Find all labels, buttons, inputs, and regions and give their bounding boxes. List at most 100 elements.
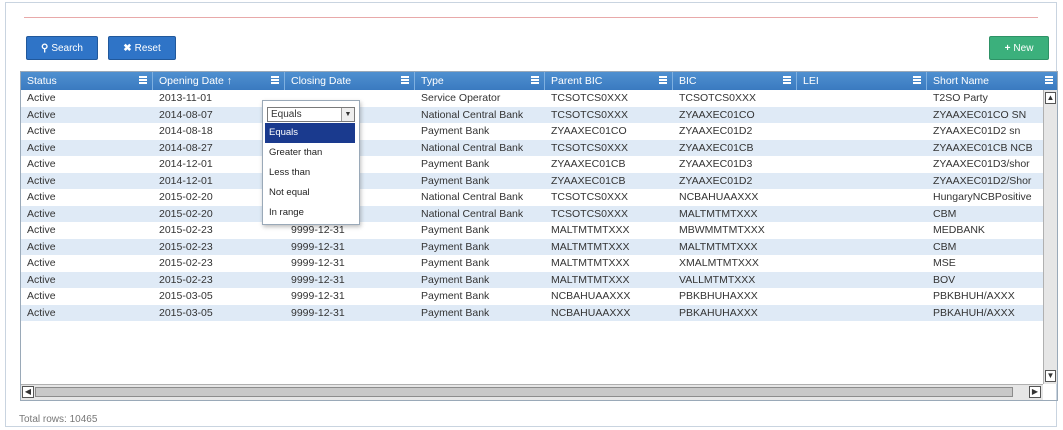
cell-closing-date: 9999-12-31: [291, 306, 345, 319]
cell-short-name: MEDBANK: [933, 224, 985, 236]
table-row[interactable]: Active 2015-02-23 9999-12-31 Payment Bank MA…: [21, 222, 1057, 239]
plus-icon: +: [1004, 43, 1011, 54]
cell-lei: [797, 206, 927, 223]
filter-option[interactable]: Equals: [265, 123, 355, 143]
cell-status: Active: [27, 125, 56, 137]
cell-status: Active: [27, 92, 56, 104]
filter-option[interactable]: Less than: [265, 163, 355, 183]
cell-bic: ZYAAXEC01D2: [679, 125, 753, 137]
cell-status: Active: [27, 174, 56, 187]
cell-status: Active: [27, 273, 56, 286]
column-menu-icon[interactable]: [531, 76, 539, 86]
cell-type: Payment Bank: [421, 174, 490, 187]
cell-bic: ZYAAXEC01CO: [679, 108, 755, 121]
cell-status: Active: [27, 224, 56, 236]
table-row[interactable]: Active2015-02-209999-12-31National Centr…: [21, 205, 1057, 223]
filter-option[interactable]: Not equal: [265, 183, 355, 203]
horizontal-scrollbar[interactable]: ◀ ▶: [21, 384, 1043, 400]
cell-opening-date: 2015-03-05: [159, 306, 213, 319]
cell-parent-bic: NCBAHUAAXXX: [551, 290, 631, 302]
column-header-closing-date[interactable]: Closing Date: [285, 72, 415, 90]
cell-parent-bic: MALTMTMTXXX: [551, 257, 630, 269]
table-row[interactable]: Active 2015-02-23 9999-12-31 Payment Bank MA…: [21, 255, 1057, 272]
column-header-parent-bic[interactable]: Parent BIC: [545, 72, 673, 90]
cell-parent-bic: TCSOTCS0XXX: [551, 191, 629, 203]
top-divider: [24, 17, 1038, 18]
column-menu-icon[interactable]: [1045, 76, 1053, 86]
filter-option[interactable]: Greater than: [265, 143, 355, 163]
table-row[interactable]: Active 2015-03-05 9999-12-31 Payment Bank NC…: [21, 304, 1057, 322]
cell-bic: ZYAAXEC01D2: [679, 174, 753, 187]
vertical-scrollbar[interactable]: ▲ ▼: [1043, 90, 1057, 384]
cell-lei: [797, 255, 927, 272]
column-header-opening-date[interactable]: Opening Date ↑: [153, 72, 285, 90]
scroll-left-icon[interactable]: ◀: [22, 386, 34, 398]
cell-lei: [797, 222, 927, 239]
total-rows-label: Total rows: 10465: [19, 414, 98, 425]
cell-type: National Central Bank: [421, 191, 524, 203]
column-header-type[interactable]: Type: [415, 72, 545, 90]
cell-type: Payment Bank: [421, 240, 490, 253]
cell-status: Active: [27, 108, 56, 121]
column-menu-icon[interactable]: [139, 76, 147, 86]
cell-parent-bic: MALTMTMTXXX: [551, 224, 630, 236]
cell-lei: [797, 140, 927, 157]
sort-asc-icon: ↑: [226, 75, 232, 87]
table-row[interactable]: Active 2014-08-18 Payment Bank ZYAAXEC01CO Z…: [21, 123, 1057, 140]
column-header-bic[interactable]: BIC: [673, 72, 797, 90]
cell-short-name: ZYAAXEC01D3/shor: [933, 158, 1030, 170]
filter-type-select[interactable]: Equals ▼: [267, 107, 355, 122]
cell-status: Active: [27, 257, 56, 269]
cell-short-name: ZYAAXEC01CB NCB: [933, 141, 1033, 154]
column-menu-icon[interactable]: [913, 76, 921, 86]
cell-lei: [797, 288, 927, 305]
scroll-down-icon[interactable]: ▼: [1045, 370, 1056, 382]
cell-status: Active: [27, 158, 56, 170]
table-row[interactable]: Active 2014-08-07 National Central Bank TCS…: [21, 106, 1057, 124]
cell-status: Active: [27, 141, 56, 154]
table-row[interactable]: Active 2015-02-23 9999-12-31 Payment Bank MA…: [21, 271, 1057, 288]
cell-bic: MBWMMTMTXXX: [679, 224, 765, 236]
new-button[interactable]: + New: [989, 36, 1049, 60]
cell-lei: [797, 107, 927, 124]
cell-type: National Central Bank: [421, 207, 524, 220]
table-row[interactable]: Active 2014-12-01 Payment Bank ZYAAXEC01CB Z…: [21, 156, 1057, 173]
column-menu-icon[interactable]: [401, 76, 409, 86]
column-header-lei[interactable]: LEI: [797, 72, 927, 90]
cell-closing-date: 9999-12-31: [291, 273, 345, 286]
cell-type: National Central Bank: [421, 108, 524, 121]
cell-bic: MALTMTMTXXX: [679, 240, 758, 253]
horizontal-scroll-thumb[interactable]: [35, 387, 1013, 397]
column-menu-icon[interactable]: [659, 76, 667, 86]
table-row[interactable]: Active2015-02-209999-12-31National Centr…: [21, 189, 1057, 206]
cell-type: Payment Bank: [421, 257, 490, 269]
cell-type: National Central Bank: [421, 141, 524, 154]
scroll-up-icon[interactable]: ▲: [1045, 92, 1056, 104]
cell-type: Payment Bank: [421, 290, 490, 302]
cell-parent-bic: TCSOTCS0XXX: [551, 108, 629, 121]
column-menu-icon[interactable]: [271, 76, 279, 86]
search-icon: ⚲: [40, 43, 49, 54]
cell-parent-bic: TCSOTCS0XXX: [551, 92, 629, 104]
column-menu-icon[interactable]: [783, 76, 791, 86]
column-header-short-name[interactable]: Short Name: [927, 72, 1057, 90]
cell-parent-bic: TCSOTCS0XXX: [551, 141, 629, 154]
cell-parent-bic: MALTMTMTXXX: [551, 240, 630, 253]
cell-opening-date: 2015-03-05: [159, 290, 213, 302]
table-row[interactable]: Active 2014-12-01 Payment Bank ZYAAXEC01CB Z…: [21, 172, 1057, 189]
filter-option[interactable]: In range: [265, 203, 355, 223]
chevron-down-icon[interactable]: ▼: [341, 108, 354, 121]
table-row[interactable]: Active 2014-08-27 National Central Bank TCS…: [21, 139, 1057, 157]
table-row[interactable]: Active 2015-02-23 9999-12-31 Payment Bank MA…: [21, 238, 1057, 255]
column-header-status[interactable]: Status: [21, 72, 153, 90]
table-row[interactable]: Active 2015-03-05 9999-12-31 Payment Bank NC…: [21, 288, 1057, 305]
table-row[interactable]: Active 2013-11-01 Service Operator TCSOTCS0…: [21, 90, 1057, 107]
cell-short-name: ZYAAXEC01CO SN: [933, 108, 1027, 121]
reset-button[interactable]: ✖ Reset: [108, 36, 176, 60]
cell-lei: [797, 123, 927, 140]
cell-status: Active: [27, 191, 56, 203]
search-button[interactable]: ⚲ Search: [26, 36, 98, 60]
cell-lei: [797, 305, 927, 322]
cell-short-name: HungaryNCBPositive: [933, 191, 1032, 203]
scroll-right-icon[interactable]: ▶: [1029, 386, 1041, 398]
